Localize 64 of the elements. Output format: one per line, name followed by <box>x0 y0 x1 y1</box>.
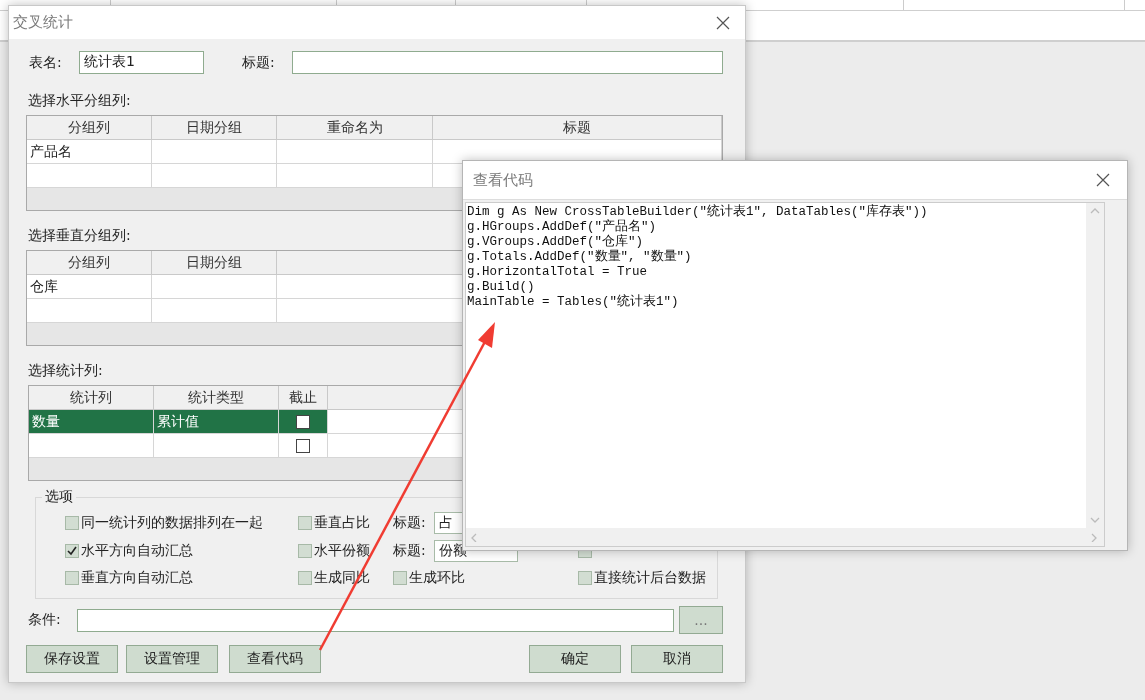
code-line: g.Totals.AddDef("数量", "数量") <box>467 250 693 265</box>
checkbox[interactable] <box>296 438 310 453</box>
table-cell: 累计值 <box>154 410 279 434</box>
section-label: 选择统计列: <box>28 362 103 380</box>
code-line: g.VGroups.AddDef("仓库") <box>467 235 645 249</box>
horizontal-scrollbar[interactable] <box>466 528 1104 546</box>
code-line: g.HGroups.AddDef("产品名") <box>467 220 658 234</box>
code-line: g.Build() <box>467 280 536 295</box>
checkbox-label: 垂直方向自动汇总 <box>81 569 193 587</box>
input-field[interactable]: 统计表1 <box>79 51 204 74</box>
dialog-button[interactable]: 设置管理 <box>126 645 218 673</box>
dialog-button[interactable]: 取消 <box>631 645 723 673</box>
checkbox[interactable] <box>65 571 79 585</box>
column-header[interactable]: 统计类型 <box>154 386 279 410</box>
column-header[interactable]: 统计列 <box>29 386 154 410</box>
column-header[interactable]: 日期分组 <box>152 251 277 275</box>
column-header[interactable]: 重命名为 <box>277 116 433 140</box>
section-label: 选择水平分组列: <box>28 92 131 110</box>
input-field[interactable] <box>77 608 674 632</box>
scroll-down-icon[interactable] <box>1090 515 1100 525</box>
checkbox[interactable] <box>65 516 79 530</box>
checkbox-label: 生成环比 <box>409 569 465 587</box>
column-header[interactable]: 分组列 <box>27 116 152 140</box>
field-label: 标题: <box>393 542 426 560</box>
dialog-button[interactable]: 确定 <box>529 645 621 673</box>
checkbox[interactable] <box>296 414 310 429</box>
field-label: 表名: <box>29 53 63 72</box>
scroll-up-icon[interactable] <box>1090 206 1100 216</box>
code-editor[interactable]: Dim g As New CrossTableBuilder("统计表1", DataTables("库存表")) g.HGroups.AddDef("产品名") g.VGroups.AddDef("仓库") g.Totals.AddDef("数量", "数量") g.HorizontalTotal = True g.Build() MainTable = Tables("统计表1") <box>465 202 1105 547</box>
code-line: Dim g As New CrossTableBuilder("统计表1", DataTables("库存表")) <box>467 205 929 219</box>
checkbox[interactable] <box>298 544 312 558</box>
table-cell: 产品名 <box>27 140 152 164</box>
table-cell: 仓库 <box>27 275 152 299</box>
dialog-button[interactable]: 保存设置 <box>26 645 118 673</box>
group-title: 选项 <box>42 488 76 506</box>
column-header[interactable]: 分组列 <box>27 251 152 275</box>
field-label: 条件: <box>28 611 62 629</box>
checkbox-label: 水平方向自动汇总 <box>81 542 193 560</box>
checkbox[interactable] <box>393 571 407 585</box>
field-label: 标题: <box>393 514 426 532</box>
window-title: 交叉统计 <box>13 13 73 32</box>
field-label: 标题: <box>242 53 276 72</box>
code-line: MainTable = Tables("统计表1") <box>467 295 680 310</box>
checkbox-label: 直接统计后台数据 <box>594 569 706 587</box>
checkbox[interactable] <box>65 544 79 558</box>
close-icon <box>1095 172 1111 188</box>
checkbox-label: 水平份额 <box>314 542 370 560</box>
column-header[interactable]: 日期分组 <box>152 116 277 140</box>
close-icon <box>715 14 731 31</box>
window-title: 查看代码 <box>473 170 533 190</box>
section-label: 选择垂直分组列: <box>28 227 131 245</box>
column-header[interactable]: 截止 <box>279 386 328 410</box>
checkbox[interactable] <box>298 571 312 585</box>
checkbox-label: 垂直占比 <box>314 514 370 532</box>
checkbox[interactable] <box>578 571 592 585</box>
vertical-scrollbar[interactable] <box>1086 203 1104 528</box>
dialog-button[interactable]: 查看代码 <box>229 645 321 673</box>
code-line: g.HorizontalTotal = True <box>467 265 649 280</box>
input-field[interactable] <box>292 51 723 74</box>
checkmark-icon <box>66 545 78 557</box>
table-cell: 数量 <box>29 410 154 434</box>
column-header[interactable]: 标题 <box>433 116 722 140</box>
checkbox[interactable] <box>298 516 312 530</box>
checkbox-label: 同一统计列的数据排列在一起 <box>81 514 263 532</box>
